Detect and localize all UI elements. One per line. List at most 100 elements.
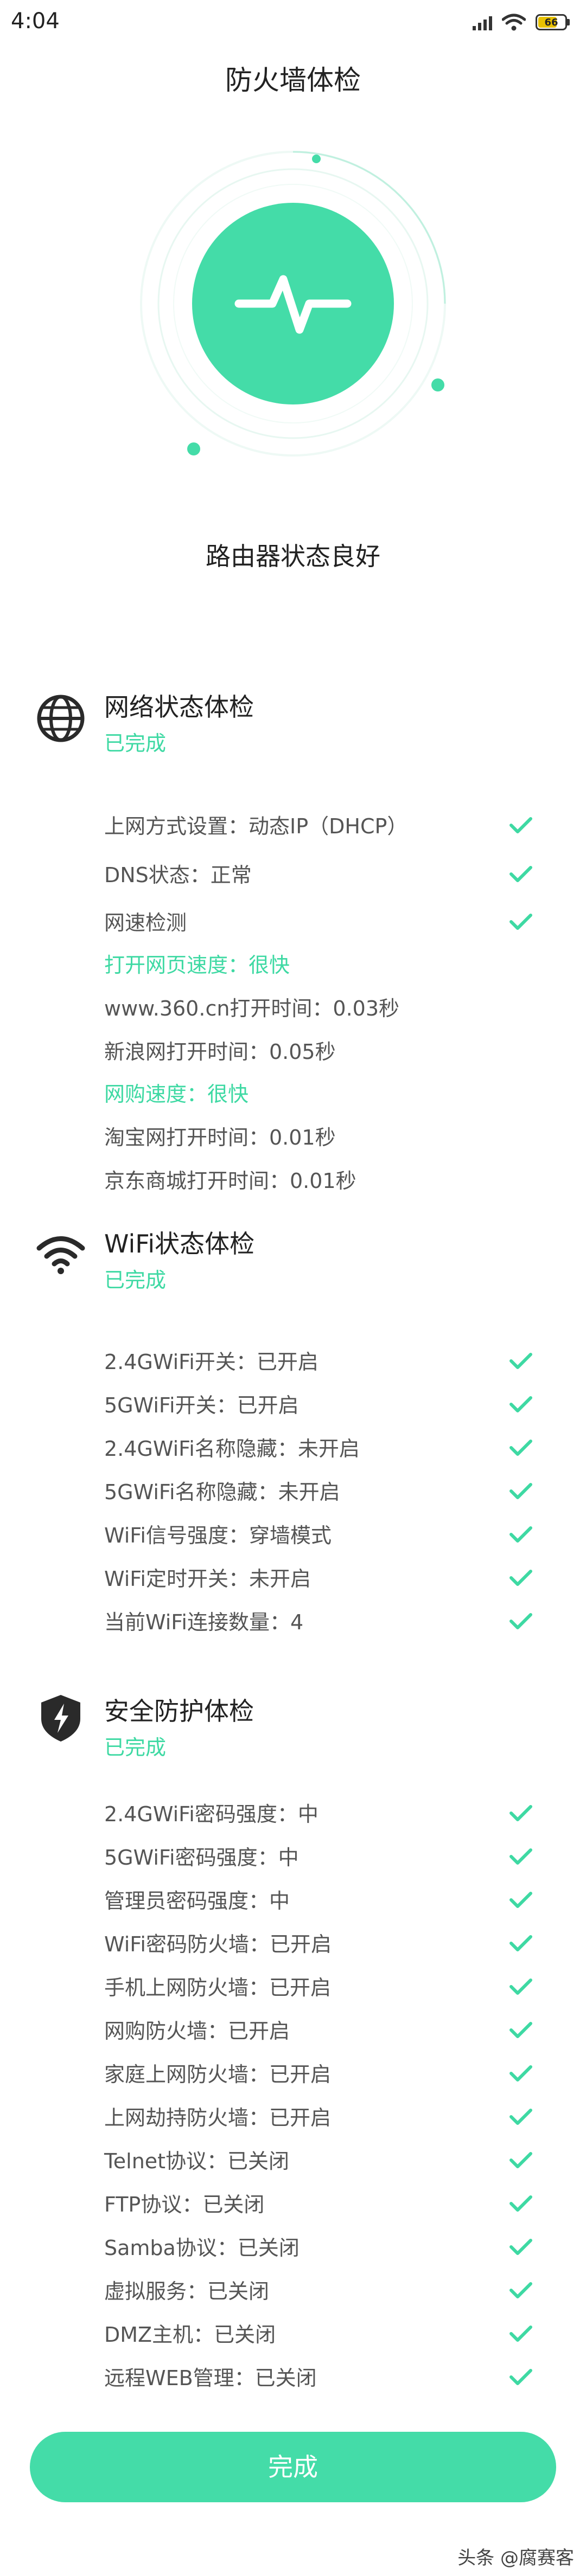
wifi-section-status: 已完成 [104,1268,167,1292]
check-icon [509,1848,532,1865]
row-label: DNS状态：正常 [104,863,252,887]
security-section-status: 已完成 [104,1736,167,1759]
check-icon [509,1805,532,1821]
check-icon [509,2195,532,2212]
row-label: 新浪网打开时间：0.05秒 [104,1040,336,1064]
check-icon [509,866,532,882]
pulse-radar-graphic [140,151,446,457]
wifi-row: 2.4GWiFi开关：已开启 [104,1346,553,1378]
row-label: 网速检测 [104,911,187,935]
row-label: 上网劫持防火墙：已开启 [104,2106,332,2130]
network-row: DNS状态：正常 [104,859,553,891]
security-row: 网购防火墙：已开启 [104,2015,553,2047]
shield-bolt-icon [41,1695,80,1742]
check-icon [509,1892,532,1908]
row-label: 上网方式设置：动态IP（DHCP） [104,814,408,838]
wifi-row: 5GWiFi名称隐藏：未开启 [104,1476,553,1508]
battery-icon: 66 [536,14,567,30]
battery-level: 66 [544,16,558,28]
row-label: 远程WEB管理：已关闭 [104,2366,317,2390]
status-time: 4:04 [11,9,60,34]
row-label: Telnet协议：已关闭 [104,2149,290,2173]
row-label: 淘宝网打开时间：0.01秒 [104,1126,336,1149]
row-label: 2.4GWiFi名称隐藏：未开启 [104,1437,360,1461]
security-section-title: 安全防护体检 [104,1697,254,1726]
wifi-section-title: WiFi状态体检 [104,1229,255,1258]
signal-icon [473,14,492,30]
network-section-status: 已完成 [104,731,167,755]
finish-button[interactable]: 完成 [30,2432,556,2502]
security-row: Telnet协议：已关闭 [104,2145,553,2177]
row-label: www.360.cn打开时间：0.03秒 [104,997,400,1020]
network-row: www.360.cn打开时间：0.03秒 [104,992,553,1025]
security-row: Samba协议：已关闭 [104,2232,553,2264]
row-label: 打开网页速度：很快 [104,953,290,977]
row-label: WiFi定时开关：未开启 [104,1567,311,1591]
row-label: 2.4GWiFi开关：已开启 [104,1350,319,1374]
row-label: Samba协议：已关闭 [104,2236,300,2260]
row-label: 网购防火墙：已开启 [104,2019,290,2043]
wifi-icon [36,1236,85,1274]
security-row: 5GWiFi密码强度：中 [104,1841,553,1874]
security-row: DMZ主机：已关闭 [104,2318,553,2351]
row-label: 当前WiFi连接数量：4 [104,1610,304,1634]
wifi-row: 2.4GWiFi名称隐藏：未开启 [104,1432,553,1465]
check-icon [509,1353,532,1369]
security-row: FTP协议：已关闭 [104,2188,553,2221]
row-label: 家庭上网防火墙：已开启 [104,2063,332,2086]
network-row: 打开网页速度：很快 [104,949,553,981]
globe-icon [37,695,85,742]
wifi-row: 5GWiFi开关：已开启 [104,1389,553,1422]
wifi-row: WiFi信号强度：穿墙模式 [104,1519,553,1552]
check-icon [509,1570,532,1586]
check-icon [509,2109,532,2125]
security-row: 上网劫持防火墙：已开启 [104,2102,553,2134]
check-icon [509,1526,532,1543]
check-icon [509,2282,532,2298]
row-label: 2.4GWiFi密码强度：中 [104,1802,319,1826]
row-label: 手机上网防火墙：已开启 [104,1976,332,2000]
row-label: 虚拟服务：已关闭 [104,2279,270,2303]
row-label: 5GWiFi密码强度：中 [104,1846,299,1870]
security-row: 2.4GWiFi密码强度：中 [104,1798,553,1830]
security-row: 管理员密码强度：中 [104,1885,553,1917]
row-label: 网购速度：很快 [104,1082,249,1106]
network-row: 淘宝网打开时间：0.01秒 [104,1121,553,1154]
check-icon [509,2065,532,2082]
security-row: WiFi密码防火墙：已开启 [104,1928,553,1961]
check-icon [509,2022,532,2038]
status-icons: 66 [473,13,570,31]
wifi-status-icon [502,14,526,31]
network-section-title: 网络状态体检 [104,692,254,722]
row-label: 京东商城打开时间：0.01秒 [104,1169,356,1193]
check-icon [509,1978,532,1995]
wifi-row: 当前WiFi连接数量：4 [104,1606,553,1639]
row-label: WiFi信号强度：穿墙模式 [104,1524,332,1547]
security-row: 家庭上网防火墙：已开启 [104,2058,553,2091]
check-icon [509,1483,532,1499]
check-icon [509,817,532,833]
row-label: FTP协议：已关闭 [104,2193,265,2217]
page-title: 防火墙体检 [225,65,361,96]
check-icon [509,1613,532,1629]
row-label: WiFi密码防火墙：已开启 [104,1932,332,1956]
security-row: 虚拟服务：已关闭 [104,2275,553,2308]
status-bar: 4:04 66 [0,0,586,49]
check-icon [509,2326,532,2342]
network-row: 网购速度：很快 [104,1078,553,1110]
row-label: 5GWiFi开关：已开启 [104,1393,299,1417]
row-label: 5GWiFi名称隐藏：未开启 [104,1480,340,1504]
check-icon [509,2369,532,2385]
router-status-text: 路由器状态良好 [206,542,380,571]
network-row: 新浪网打开时间：0.05秒 [104,1036,553,1068]
check-icon [509,1935,532,1951]
check-icon [509,2239,532,2255]
network-row: 上网方式设置：动态IP（DHCP） [104,810,553,843]
network-row: 网速检测 [104,907,553,939]
check-icon [509,2152,532,2168]
network-row: 京东商城打开时间：0.01秒 [104,1165,553,1197]
check-icon [509,1396,532,1412]
security-row: 远程WEB管理：已关闭 [104,2362,553,2394]
security-row: 手机上网防火墙：已开启 [104,1971,553,2004]
watermark: 头条 @腐赛客 [457,2547,574,2569]
